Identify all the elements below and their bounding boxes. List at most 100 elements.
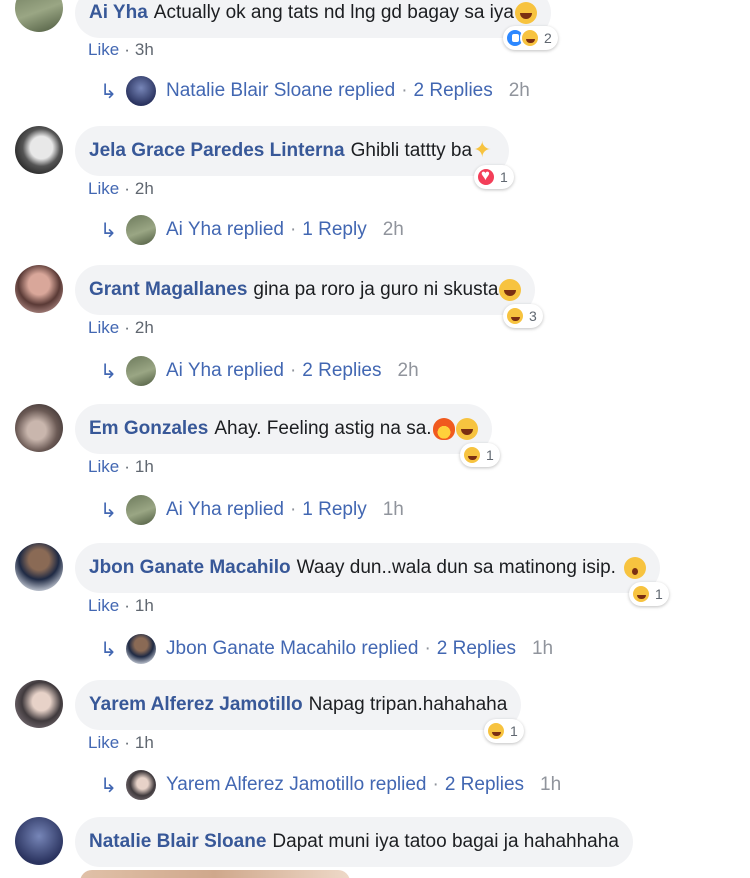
fire-emoji-icon	[432, 418, 455, 440]
reply-count[interactable]: 2 Replies	[414, 80, 493, 102]
reply-avatar	[126, 770, 156, 800]
haha-reaction-icon	[631, 584, 651, 604]
avatar[interactable]	[15, 0, 63, 32]
reply-avatar	[126, 76, 156, 106]
reply-arrow-icon: ↳	[100, 360, 117, 383]
meta-separator: ·	[124, 40, 130, 59]
reply-arrow-icon: ↳	[100, 774, 117, 797]
reaction-count: 1	[510, 723, 518, 739]
haha-reaction-icon	[520, 28, 540, 48]
reaction-summary[interactable]: 1	[629, 582, 669, 606]
comment-image-preview[interactable]	[80, 870, 350, 878]
reaction-summary[interactable]: 1	[484, 719, 524, 743]
comment-bubble: Jela Grace Paredes Linterna Ghibli tattt…	[75, 126, 510, 176]
reply-label[interactable]: Yarem Alferez Jamotillo replied	[166, 774, 426, 796]
avatar[interactable]	[15, 817, 63, 865]
laugh-emoji-icon	[514, 2, 537, 24]
avatar[interactable]	[15, 680, 63, 728]
replies-link[interactable]: ↳ Natalie Blair Sloane replied · 2 Repli…	[100, 76, 530, 106]
sparkles-emoji-icon	[473, 137, 495, 163]
comment-time[interactable]: 2h	[135, 318, 154, 337]
reply-avatar	[126, 215, 156, 245]
comment-text: Dapat muni iya tatoo bagai ja hahahhaha	[272, 831, 619, 852]
comment-author[interactable]: Ai Yha	[89, 2, 148, 24]
reaction-count: 2	[544, 30, 552, 46]
comment-time[interactable]: 2h	[135, 179, 154, 198]
meta-separator: ·	[124, 596, 130, 615]
replies-link[interactable]: ↳ Ai Yha replied · 1 Reply 1h	[100, 495, 404, 525]
avatar[interactable]	[15, 543, 63, 591]
comment-meta: Like · 2h	[88, 318, 154, 338]
meta-separator: ·	[124, 179, 130, 198]
meta-separator: ·	[124, 457, 130, 476]
reply-arrow-icon: ↳	[100, 638, 117, 661]
reply-count[interactable]: 1 Reply	[302, 499, 366, 521]
reply-arrow-icon: ↳	[100, 219, 117, 242]
comment-time[interactable]: 1h	[135, 596, 154, 615]
reply-separator: ·	[424, 638, 431, 659]
reply-label[interactable]: Natalie Blair Sloane replied	[166, 80, 395, 102]
avatar[interactable]	[15, 126, 63, 174]
reply-separator: ·	[289, 360, 297, 381]
like-link[interactable]: Like	[88, 596, 119, 615]
reply-count[interactable]: 2 Replies	[302, 360, 381, 382]
comment-bubble: Em Gonzales Ahay. Feeling astig na sa.	[75, 404, 492, 454]
reaction-summary[interactable]: 1	[460, 443, 500, 467]
reaction-summary[interactable]: 2	[503, 26, 558, 50]
comment-time[interactable]: 3h	[135, 40, 154, 59]
replies-link[interactable]: ↳ Ai Yha replied · 2 Replies 2h	[100, 356, 419, 386]
replies-link[interactable]: ↳ Yarem Alferez Jamotillo replied · 2 Re…	[100, 770, 561, 800]
reaction-summary[interactable]: 1	[474, 165, 514, 189]
reply-time: 2h	[508, 80, 530, 101]
comment-meta: Like · 1h	[88, 457, 154, 477]
avatar[interactable]	[15, 404, 63, 452]
reply-label[interactable]: Ai Yha replied	[166, 499, 284, 521]
like-link[interactable]: Like	[88, 318, 119, 337]
comment-bubble: Jbon Ganate Macahilo Waay dun..wala dun …	[75, 543, 660, 593]
avatar[interactable]	[15, 265, 63, 313]
comment-author[interactable]: Yarem Alferez Jamotillo	[89, 694, 303, 716]
reply-avatar	[126, 495, 156, 525]
like-link[interactable]: Like	[88, 733, 119, 752]
reaction-count: 1	[655, 586, 663, 602]
comment-bubble: Yarem Alferez Jamotillo Napag tripan.hah…	[75, 680, 522, 730]
reply-count[interactable]: 2 Replies	[437, 638, 516, 660]
reply-time: 2h	[397, 360, 419, 381]
reply-label[interactable]: Jbon Ganate Macahilo replied	[166, 638, 418, 660]
comment-author[interactable]: Jela Grace Paredes Linterna	[89, 140, 345, 162]
reaction-count: 3	[529, 308, 537, 324]
like-link[interactable]: Like	[88, 40, 119, 59]
reply-avatar	[126, 356, 156, 386]
replies-link[interactable]: ↳ Jbon Ganate Macahilo replied · 2 Repli…	[100, 634, 553, 664]
replies-link[interactable]: ↳ Ai Yha replied · 1 Reply 2h	[100, 215, 404, 245]
reaction-summary[interactable]: 3	[503, 304, 543, 328]
comment-meta: Like · 1h	[88, 596, 154, 616]
reply-arrow-icon: ↳	[100, 499, 117, 522]
reply-label[interactable]: Ai Yha replied	[166, 360, 284, 382]
comment-author[interactable]: Natalie Blair Sloane	[89, 831, 266, 853]
love-reaction-icon	[476, 167, 496, 187]
like-link[interactable]: Like	[88, 457, 119, 476]
comment-meta: Like · 1h	[88, 733, 154, 753]
haha-reaction-icon	[486, 721, 506, 741]
comment-author[interactable]: Jbon Ganate Macahilo	[89, 557, 291, 579]
reply-avatar	[126, 634, 156, 664]
comment-author[interactable]: Grant Magallanes	[89, 279, 247, 301]
comment-bubble: Grant Magallanes gina pa roro ja guro ni…	[75, 265, 536, 315]
comment-text: Ahay. Feeling astig na sa.	[214, 418, 432, 439]
comment-text: Actually ok ang tats nd lng gd bagay sa …	[153, 2, 514, 23]
comment-author[interactable]: Em Gonzales	[89, 418, 208, 440]
comment-bubble: Natalie Blair Sloane Dapat muni iya tato…	[75, 817, 633, 867]
reply-time: 1h	[540, 774, 562, 795]
reply-separator: ·	[432, 774, 439, 795]
like-link[interactable]: Like	[88, 179, 119, 198]
comment-time[interactable]: 1h	[135, 733, 154, 752]
comment-text: gina pa roro ja guro ni skusta	[253, 279, 499, 300]
reply-separator: ·	[401, 80, 408, 101]
reaction-count: 1	[500, 169, 508, 185]
reply-separator: ·	[289, 499, 297, 520]
reply-count[interactable]: 1 Reply	[302, 219, 366, 241]
reply-count[interactable]: 2 Replies	[445, 774, 524, 796]
reply-label[interactable]: Ai Yha replied	[166, 219, 284, 241]
comment-time[interactable]: 1h	[135, 457, 154, 476]
